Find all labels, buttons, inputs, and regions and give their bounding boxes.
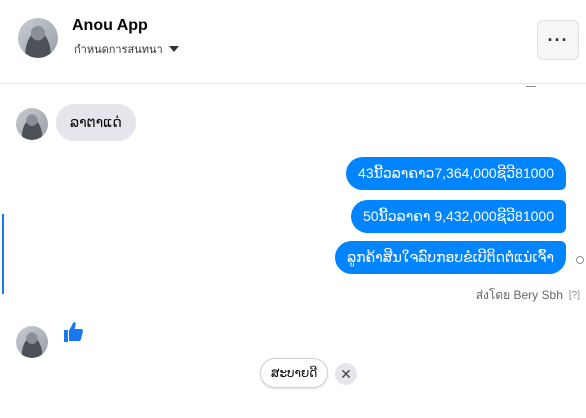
contact-name[interactable]: Anou App [72, 17, 148, 35]
sent-message-bubble[interactable]: ລູກຄ້າສີນໃຈລົບກອບຂໍເບີຕິດຕໍ່ແນ່ເຈົ້າ [335, 241, 566, 274]
conversation-menu[interactable]: กำหนดการสนทนา [74, 40, 179, 58]
conversation-menu-label: กำหนดการสนทนา [74, 44, 163, 56]
contact-avatar[interactable] [18, 18, 58, 58]
more-options-button[interactable]: ··· [537, 20, 579, 60]
received-message-bubble[interactable]: ລາຕາແດ່ [56, 104, 136, 141]
selection-indicator [2, 214, 4, 294]
sent-message-bubble[interactable]: 43ນີ້ວລາຄາວ7,364,000ຊີວີ81000 [346, 157, 566, 190]
caret-down-icon [168, 46, 179, 52]
scroll-edge-fragment [526, 82, 536, 87]
contact-avatar-small[interactable] [16, 108, 48, 140]
contact-avatar-small[interactable] [16, 326, 48, 358]
thumbs-up-icon[interactable] [62, 320, 86, 344]
chat-header: Anou App กำหนดการสนทนา ··· [0, 0, 586, 84]
sent-by-note: ส่งโดย Bery Sbh [?] [476, 286, 580, 305]
help-link[interactable]: [?] [569, 290, 580, 301]
message-thread: ລາຕາແດ່ 43ນີ້ວລາຄາວ7,364,000ຊີວີ81000 50… [0, 84, 586, 418]
delivery-status-icon [576, 256, 584, 264]
quick-reply-chip[interactable]: ສະບາຍດີ [260, 358, 329, 388]
close-icon[interactable]: ✕ [335, 363, 357, 385]
sent-message-bubble[interactable]: 50ນີ້ວລາຄາ 9,432,000ຊີວີ81000 [351, 200, 566, 233]
sent-by-label: ส่งโดย Bery Sbh [475, 288, 563, 302]
